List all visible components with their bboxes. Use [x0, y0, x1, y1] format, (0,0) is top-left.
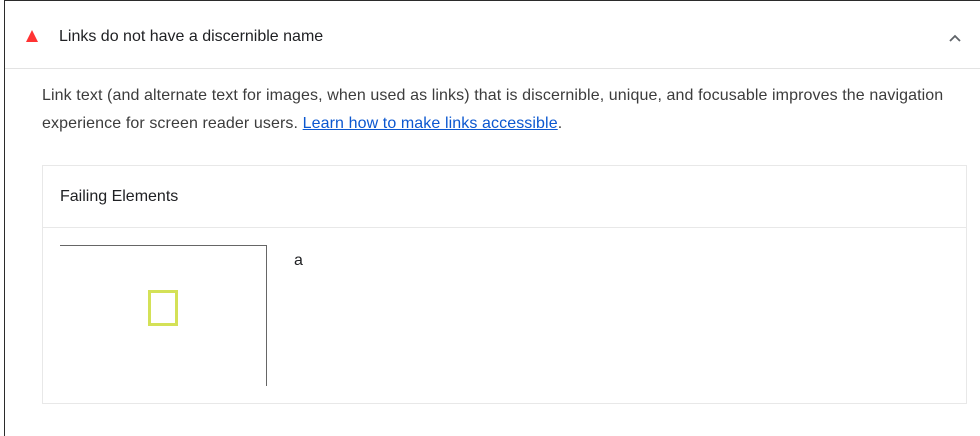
- failing-elements-table: Failing Elements a: [42, 165, 967, 404]
- audit-description: Link text (and alternate text for images…: [42, 82, 962, 138]
- node-label: a: [294, 252, 303, 269]
- element-highlight-box: [148, 290, 178, 326]
- table-header-label: Failing Elements: [60, 188, 179, 205]
- element-screenshot: [60, 245, 267, 386]
- audit-header[interactable]: Links do not have a discernible name: [5, 1, 980, 69]
- audit-panel: Links do not have a discernible name Lin…: [4, 0, 980, 436]
- audit-title: Links do not have a discernible name: [59, 28, 324, 45]
- learn-more-link[interactable]: Learn how to make links accessible: [303, 115, 558, 132]
- description-end: .: [557, 115, 563, 132]
- fail-triangle-icon: [26, 30, 38, 42]
- chevron-up-icon[interactable]: [948, 33, 962, 43]
- table-row[interactable]: a: [43, 228, 966, 404]
- table-header: Failing Elements: [43, 166, 966, 228]
